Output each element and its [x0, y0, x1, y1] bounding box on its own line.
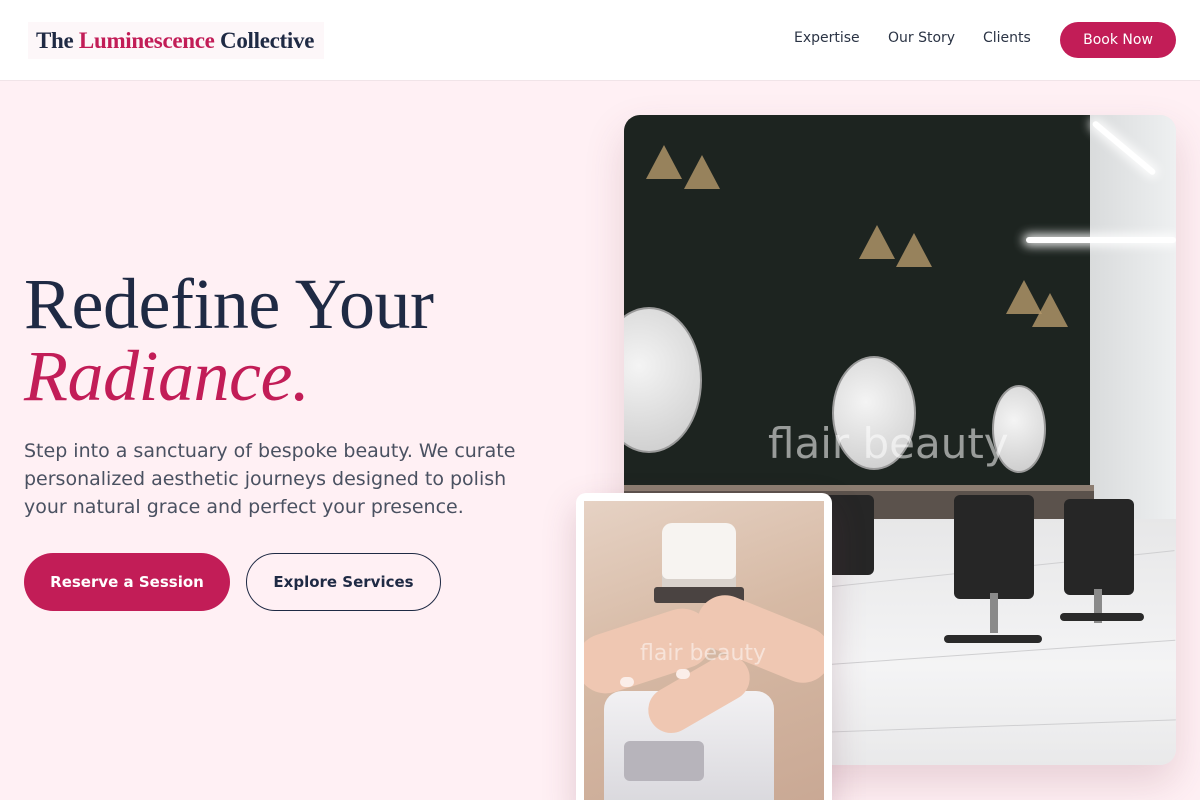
reserve-session-button[interactable]: Reserve a Session	[24, 553, 230, 611]
salon-chair	[954, 495, 1034, 599]
hanging-planter	[896, 233, 932, 267]
hanging-planter	[684, 155, 720, 189]
salon-watermark: flair beauty	[768, 419, 1009, 468]
cream-jar	[662, 523, 736, 597]
hero-headline-line2: Radiance.	[24, 336, 310, 416]
nav-link-expertise[interactable]: Expertise	[794, 30, 860, 46]
book-now-button[interactable]: Book Now	[1060, 22, 1176, 58]
hanging-planter	[859, 225, 895, 259]
manicure-image-card: flair beauty	[576, 493, 832, 800]
ceiling-light	[1026, 237, 1176, 243]
explore-services-button[interactable]: Explore Services	[246, 553, 441, 611]
logo-text-the: The	[36, 28, 74, 53]
logo-text-accent: Luminescence	[78, 28, 215, 53]
nav-link-clients[interactable]: Clients	[983, 30, 1031, 46]
logo[interactable]: The Luminescence Collective	[28, 22, 325, 59]
salon-chair	[1064, 499, 1134, 595]
manicure-image: flair beauty	[584, 501, 824, 800]
nav-link-our-story[interactable]: Our Story	[888, 30, 955, 46]
hero-headline-line1: Redefine Your	[24, 264, 434, 344]
hanging-planter	[1032, 293, 1068, 327]
manicure-watermark: flair beauty	[640, 641, 767, 666]
hero-headline: Redefine Your Radiance.	[24, 268, 584, 412]
hanging-planter	[646, 145, 682, 179]
hero-description: Step into a sanctuary of bespoke beauty.…	[24, 440, 516, 518]
logo-text-collective: Collective	[220, 28, 315, 53]
site-header: The Luminescence Collective Expertise Ou…	[0, 0, 1200, 81]
